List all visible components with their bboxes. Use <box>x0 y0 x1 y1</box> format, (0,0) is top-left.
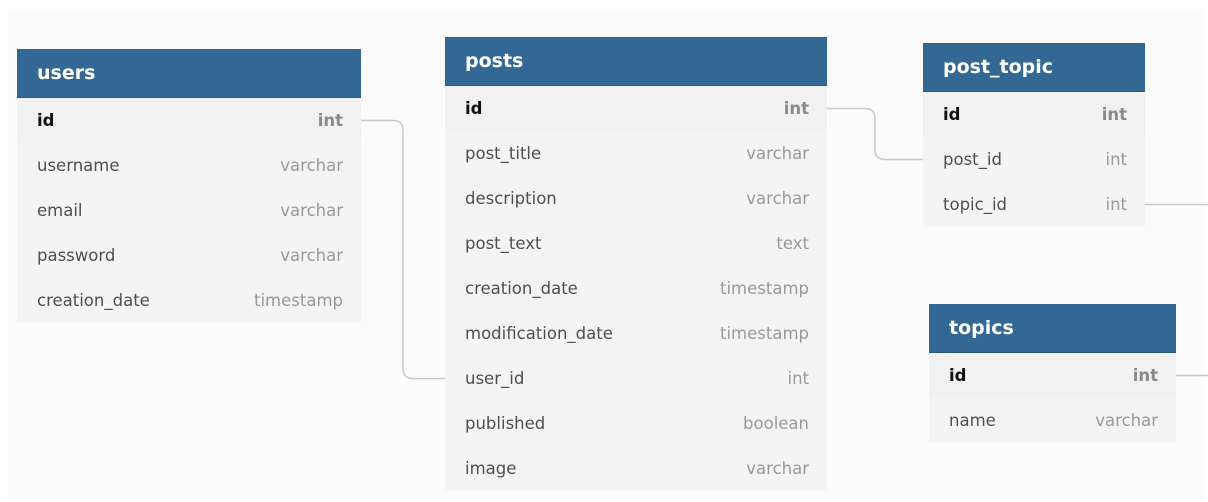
field-name: id <box>465 99 483 118</box>
field-name: password <box>37 246 116 265</box>
field-type: int <box>787 369 809 388</box>
table-title-topics: topics <box>949 317 1014 339</box>
table-users[interactable]: users id int username varchar email varchar pa… <box>17 49 361 323</box>
field-type: timestamp <box>253 291 343 310</box>
field-row-users-creation-date[interactable]: creation_date timestamp <box>17 278 361 323</box>
field-type: boolean <box>743 414 809 433</box>
field-type: int <box>1105 150 1127 169</box>
field-row-posts-modification-date[interactable]: modification_date timestamp <box>445 311 827 356</box>
field-row-posts-id[interactable]: id int <box>445 86 827 131</box>
field-name: id <box>949 366 967 385</box>
field-type: int <box>1105 195 1127 214</box>
table-title-users: users <box>37 62 96 84</box>
field-type: int <box>317 111 343 130</box>
table-posts[interactable]: posts id int post_title varchar description v… <box>445 37 827 491</box>
field-row-topics-id[interactable]: id int <box>929 353 1176 398</box>
field-name: email <box>37 201 83 220</box>
field-type: varchar <box>1095 411 1158 430</box>
field-type: varchar <box>746 189 809 208</box>
field-row-users-username[interactable]: username varchar <box>17 143 361 188</box>
field-name: published <box>465 414 546 433</box>
field-row-posts-published[interactable]: published boolean <box>445 401 827 446</box>
field-type: varchar <box>280 201 343 220</box>
field-row-topics-name[interactable]: name varchar <box>929 398 1176 443</box>
field-type: varchar <box>746 459 809 478</box>
table-topics[interactable]: topics id int name varchar <box>929 304 1176 443</box>
field-row-posts-image[interactable]: image varchar <box>445 446 827 491</box>
field-name: topic_id <box>943 195 1008 214</box>
table-header-post-topic[interactable]: post_topic <box>923 43 1145 92</box>
field-row-posts-creation-date[interactable]: creation_date timestamp <box>445 266 827 311</box>
field-name: name <box>949 411 996 430</box>
field-name: username <box>37 156 120 175</box>
field-type: int <box>1101 105 1127 124</box>
field-row-posts-description[interactable]: description varchar <box>445 176 827 221</box>
field-name: id <box>943 105 961 124</box>
field-row-posts-post-title[interactable]: post_title varchar <box>445 131 827 176</box>
field-name: creation_date <box>37 291 150 310</box>
field-type: timestamp <box>719 279 809 298</box>
table-title-post-topic: post_topic <box>943 56 1054 78</box>
field-row-posts-post-text[interactable]: post_text text <box>445 221 827 266</box>
field-type: varchar <box>280 156 343 175</box>
table-header-topics[interactable]: topics <box>929 304 1176 353</box>
field-name: description <box>465 189 557 208</box>
table-header-posts[interactable]: posts <box>445 37 827 86</box>
field-name: id <box>37 111 55 130</box>
field-type: varchar <box>746 144 809 163</box>
field-row-users-id[interactable]: id int <box>17 98 361 143</box>
field-type: varchar <box>280 246 343 265</box>
field-row-users-email[interactable]: email varchar <box>17 188 361 233</box>
table-header-users[interactable]: users <box>17 49 361 98</box>
field-row-post-topic-id[interactable]: id int <box>923 92 1145 137</box>
field-name: user_id <box>465 369 525 388</box>
field-name: post_text <box>465 234 542 253</box>
field-name: creation_date <box>465 279 578 298</box>
field-row-posts-user-id[interactable]: user_id int <box>445 356 827 401</box>
field-type: int <box>1132 366 1158 385</box>
field-row-post-topic-topic-id[interactable]: topic_id int <box>923 182 1145 227</box>
field-type: timestamp <box>719 324 809 343</box>
table-post-topic[interactable]: post_topic id int post_id int topic_id int <box>923 43 1145 227</box>
field-name: modification_date <box>465 324 613 343</box>
field-type: int <box>783 99 809 118</box>
field-name: image <box>465 459 517 478</box>
field-row-users-password[interactable]: password varchar <box>17 233 361 278</box>
field-name: post_title <box>465 144 542 163</box>
table-title-posts: posts <box>465 50 524 72</box>
field-type: text <box>776 234 809 253</box>
field-name: post_id <box>943 150 1002 169</box>
field-row-post-topic-post-id[interactable]: post_id int <box>923 137 1145 182</box>
